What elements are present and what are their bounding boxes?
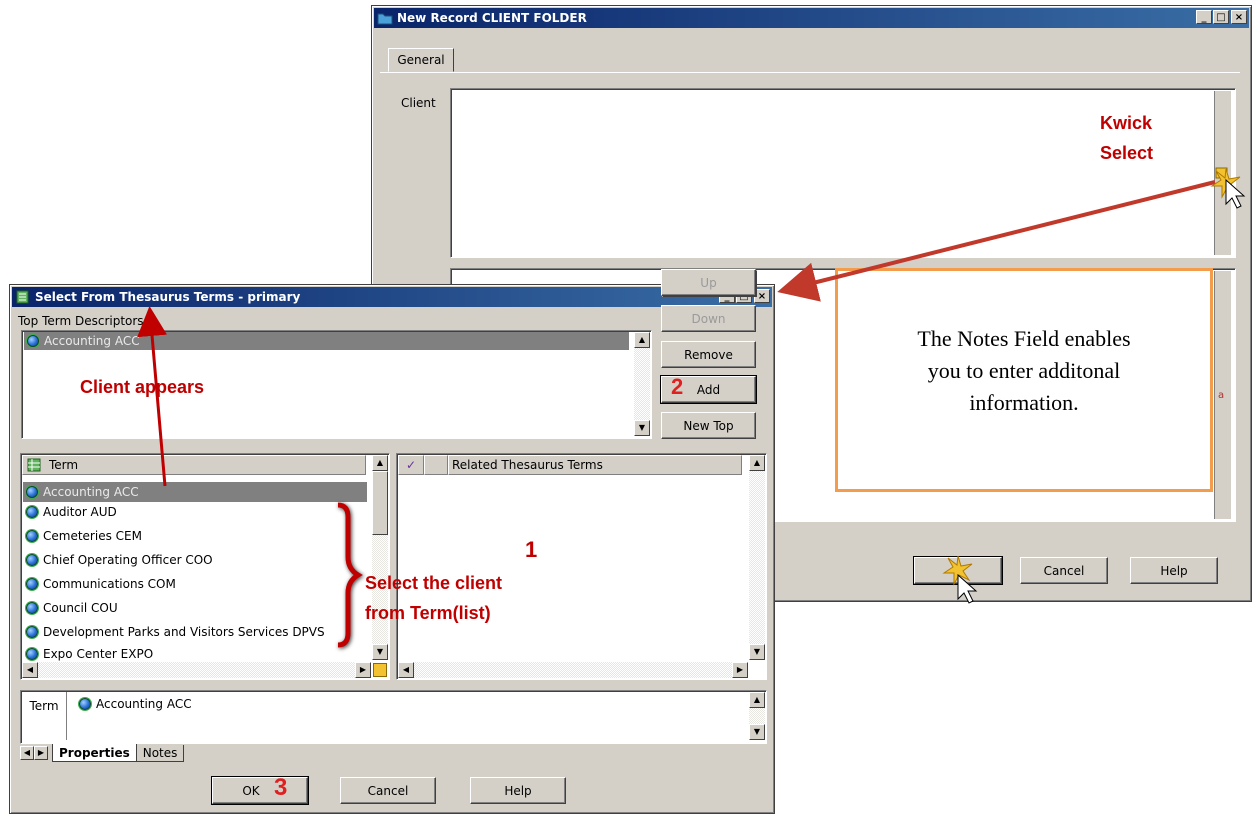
term-status-icon [26,506,38,518]
list-item[interactable]: Chief Operating Officer COO [23,550,367,570]
new-top-button[interactable]: New Top [661,412,756,439]
client-label: Client [401,96,436,110]
kwick-select-icon[interactable] [1215,166,1229,180]
top-term-scrollbar[interactable]: ▲ ▼ [634,332,650,436]
list-item[interactable]: Council COU [23,598,367,618]
list-item[interactable]: Cemeteries CEM [23,526,367,546]
bottom-tab-nav: ◀ ▶ Properties Notes [20,744,185,762]
scroll-up-button[interactable]: ▲ [372,455,388,471]
kwick-select-small-icon[interactable] [373,663,387,677]
close-button[interactable]: × [1231,10,1247,24]
list-item[interactable]: Expo Center EXPO [23,644,367,664]
notes-spell-icon[interactable]: a [1218,390,1224,401]
tab-general[interactable]: General [388,48,454,72]
related-column-header[interactable]: Related Thesaurus Terms [448,455,742,475]
scroll-thumb[interactable] [372,471,388,535]
cancel-button-client[interactable]: Cancel [1020,557,1108,584]
list-item[interactable]: Development Parks and Visitors Services … [23,622,367,642]
thesaurus-title: Select From Thesaurus Terms - primary [35,290,301,304]
related-terms-list[interactable]: ✓ Related Thesaurus Terms ▲ ▼ ◀ ▶ [396,453,767,680]
kwick-select-annotation: Kwick Select [1100,113,1154,163]
related-check-column[interactable]: ✓ [398,455,424,475]
cancel-button[interactable]: Cancel [340,777,436,804]
term-status-icon [79,698,91,710]
term-status-icon [26,602,38,614]
term-list-hscrollbar[interactable]: ◀ ▶ [22,662,371,678]
scroll-right-button[interactable]: ▶ [355,662,371,678]
scroll-down-button[interactable]: ▼ [749,724,765,740]
remove-button[interactable]: Remove [661,341,756,368]
grid-icon [27,458,41,472]
term-list-vscrollbar[interactable]: ▲ ▼ [372,455,388,660]
scroll-up-button[interactable]: ▲ [749,455,765,471]
scroll-up-button[interactable]: ▲ [634,332,650,348]
client-appears-annotation: Client appears [80,377,205,397]
detail-vscrollbar[interactable]: ▲ ▼ [749,692,765,740]
thesaurus-titlebar[interactable]: Select From Thesaurus Terms - primary _ … [12,287,772,307]
scroll-left-button[interactable]: ◀ [22,662,38,678]
select-client-annotation: Select the client from Term(list) [365,573,503,623]
tab-scroll-left[interactable]: ◀ [20,746,34,760]
scroll-up-button[interactable]: ▲ [749,692,765,708]
list-item[interactable]: Accounting ACC [24,332,629,350]
term-column-header[interactable]: Term [22,455,366,475]
help-button-client[interactable]: Help [1130,557,1218,584]
tab-properties[interactable]: Properties [52,744,137,762]
scroll-down-button[interactable]: ▼ [749,644,765,660]
step-2-marker: 2 [671,374,684,399]
detail-label-box: Term [22,692,67,740]
minimize-button[interactable]: _ [1196,10,1212,24]
check-icon: ✓ [405,458,417,472]
scroll-down-button[interactable]: ▼ [372,644,388,660]
step-1-marker: 1 [525,537,538,562]
notes-field-callout: The Notes Field enables you to enter add… [835,268,1213,492]
term-status-icon [26,554,38,566]
term-detail-panel: Term Accounting ACC ▲ ▼ [20,690,767,744]
client-folder-titlebar[interactable]: New Record CLIENT FOLDER _ □ × [374,8,1249,28]
tab-notes[interactable]: Notes [136,744,185,762]
related-hscrollbar[interactable]: ◀ ▶ [398,662,748,678]
scroll-left-button[interactable]: ◀ [398,662,414,678]
step-3-marker: 3 [274,774,288,801]
top-term-header: Top Term Descriptors [18,314,144,328]
folder-icon [377,13,393,25]
term-status-icon [26,530,38,542]
help-button[interactable]: Help [470,777,566,804]
term-status-icon [27,335,39,347]
list-item[interactable]: Communications COM [23,574,367,594]
term-list[interactable]: Term Accounting ACC Auditor AUD Cemeteri… [20,453,390,680]
scroll-down-button[interactable]: ▼ [634,420,650,436]
related-vscrollbar[interactable]: ▲ ▼ [749,455,765,660]
ok-button-client[interactable] [913,556,1003,585]
detail-value: Accounting ACC [79,697,192,711]
list-item[interactable]: Accounting ACC [23,482,367,502]
ok-button[interactable]: OK [211,776,309,805]
maximize-button[interactable]: □ [1213,10,1229,24]
tab-scroll-right[interactable]: ▶ [34,746,48,760]
term-status-icon [26,486,38,498]
up-button[interactable]: Up [661,269,756,296]
down-button[interactable]: Down [661,305,756,332]
thesaurus-icon [16,290,29,304]
related-empty-column[interactable] [424,455,448,475]
client-folder-title: New Record CLIENT FOLDER [397,11,587,25]
term-status-icon [26,578,38,590]
term-status-icon [26,648,38,660]
list-item[interactable]: Auditor AUD [23,502,367,522]
term-status-icon [26,626,38,638]
scroll-right-button[interactable]: ▶ [732,662,748,678]
